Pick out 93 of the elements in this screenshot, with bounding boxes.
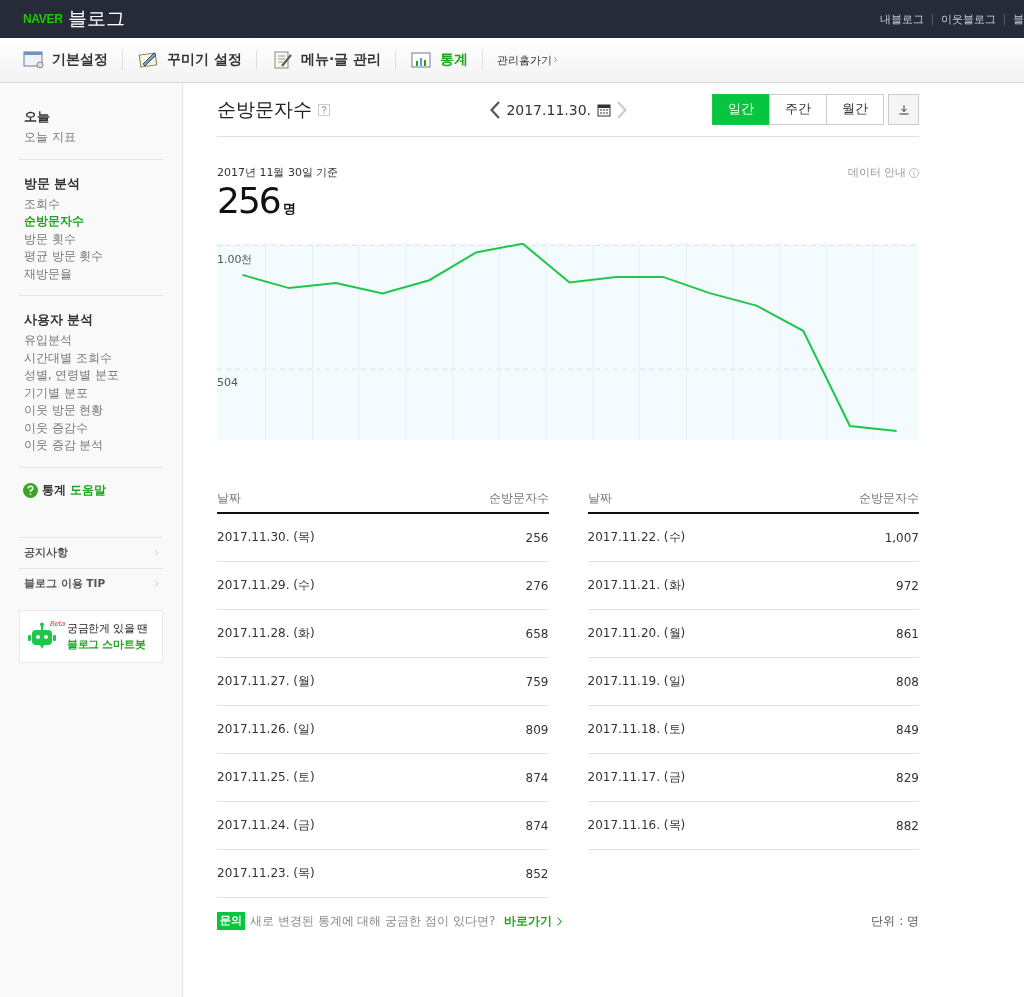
table-cell: 861 xyxy=(896,626,919,641)
brand-title[interactable]: 블로그 xyxy=(67,6,125,32)
top-link[interactable]: 내블로그 xyxy=(871,13,932,25)
sidebar-item[interactable]: 순방문자수 xyxy=(24,213,158,231)
table-cell: 2017.11.27. (월) xyxy=(217,673,315,690)
help-icon[interactable] xyxy=(318,103,330,116)
column-header: 순방문자수 xyxy=(859,491,919,506)
nav-tab[interactable]: 기본설정 xyxy=(22,50,123,70)
chevron-right-icon xyxy=(155,580,158,587)
sidebar-item[interactable]: 이웃 증감수 xyxy=(24,419,158,437)
caret-icon xyxy=(554,57,558,63)
column-header: 날짜 xyxy=(587,491,612,506)
unit-label: 명 xyxy=(282,200,296,218)
table-cell: 849 xyxy=(896,722,919,737)
nav-tab[interactable]: 메뉴·글 관리 xyxy=(270,50,397,70)
sidebar-link[interactable]: 공지사항 xyxy=(19,536,163,568)
go-link[interactable]: 바로가기 xyxy=(504,912,553,930)
table-cell: 2017.11.26. (일) xyxy=(217,721,315,738)
table-cell: 808 xyxy=(896,674,919,689)
manage-home-link[interactable]: 관리홈가기 xyxy=(497,52,558,68)
table-cell: 972 xyxy=(896,578,919,593)
sidebar-link[interactable]: 블로그 이용 TIP xyxy=(19,567,163,599)
table-cell: 256 xyxy=(525,530,549,545)
table-cell: 2017.11.25. (토) xyxy=(217,769,315,786)
page-title: 순방문자수 xyxy=(217,96,312,122)
table-cell: 882 xyxy=(896,818,919,833)
table-cell: 2017.11.22. (수) xyxy=(587,529,686,546)
data-info-link[interactable]: 데이터 안내 xyxy=(847,165,919,180)
brush-icon xyxy=(137,50,159,70)
sidebar-item[interactable]: 기기별 분포 xyxy=(24,384,158,402)
help-icon xyxy=(23,482,38,498)
sidebar-item[interactable]: 방문 횟수 xyxy=(24,230,158,248)
chevron-right-icon xyxy=(155,549,158,556)
table-cell: 2017.11.28. (화) xyxy=(217,625,315,642)
table-cell: 809 xyxy=(525,722,549,737)
logo[interactable]: NAVER xyxy=(23,12,63,26)
table-cell: 2017.11.20. (월) xyxy=(587,625,686,642)
total-count: 256 xyxy=(217,180,280,221)
section-title: 오늘 xyxy=(24,109,51,126)
section-title: 방문 분석 xyxy=(24,175,82,193)
date-label: 2017.11.30. xyxy=(506,101,591,118)
table-cell: 2017.11.18. (토) xyxy=(587,721,686,738)
download-icon xyxy=(898,104,909,115)
chart-icon xyxy=(410,50,433,70)
nav-tab[interactable]: 통계 xyxy=(410,50,484,70)
table-cell: 874 xyxy=(525,818,549,833)
sidebar-item[interactable]: 조회수 xyxy=(24,195,158,213)
sidebar-item[interactable]: 성별, 연령별 분포 xyxy=(24,367,158,385)
table-cell: 874 xyxy=(525,770,549,785)
top-link[interactable]: 블 xyxy=(1004,13,1024,25)
top-link[interactable]: 이웃블로그 xyxy=(932,13,1004,25)
axis-label: 504 xyxy=(217,376,238,390)
help-link[interactable]: 도움말 xyxy=(70,481,106,499)
table-cell: 2017.11.17. (금) xyxy=(587,769,686,786)
banner-text: 궁금한게 있을 땐 xyxy=(67,621,148,636)
table-cell: 829 xyxy=(896,770,919,785)
axis-label: 1.00천 xyxy=(217,252,253,268)
basis-date: 2017년 11월 30일 기준 xyxy=(217,165,339,180)
table-cell: 658 xyxy=(525,626,549,641)
info-icon xyxy=(909,167,919,178)
inquiry-text: 새로 변경된 통계에 대해 궁금한 점이 있다면? xyxy=(250,912,496,930)
table-cell: 852 xyxy=(525,866,549,881)
sidebar-item[interactable]: 이웃 방문 현황 xyxy=(24,402,158,420)
window-icon xyxy=(22,50,44,70)
help-label: 통계 xyxy=(42,481,66,499)
section-title: 사용자 분석 xyxy=(24,312,95,329)
table-cell: 1,007 xyxy=(884,530,919,545)
table-cell: 2017.11.19. (일) xyxy=(587,673,686,690)
nav-tab[interactable]: 꾸미기 설정 xyxy=(137,50,257,70)
table-cell: 2017.11.24. (금) xyxy=(217,817,315,834)
sidebar-item[interactable]: 시간대별 조회수 xyxy=(24,349,158,367)
sidebar-item[interactable]: 평균 방문 횟수 xyxy=(24,248,158,266)
table-cell: 2017.11.29. (수) xyxy=(217,577,315,594)
period-tab[interactable]: 주간 xyxy=(769,94,827,125)
sidebar-item[interactable]: 이웃 증감 분석 xyxy=(24,437,158,455)
period-tab[interactable]: 월간 xyxy=(826,94,884,125)
chevron-right-icon xyxy=(557,916,563,926)
calendar-icon[interactable] xyxy=(597,102,611,117)
sidebar-item[interactable]: 유입분석 xyxy=(24,332,158,350)
inquiry-badge: 문의 xyxy=(217,912,245,930)
table-cell: 2017.11.30. (목) xyxy=(217,529,315,546)
sidebar-item[interactable]: 재방문율 xyxy=(24,265,158,283)
table-cell: 2017.11.21. (화) xyxy=(587,577,686,594)
table-cell: 276 xyxy=(525,578,549,593)
column-header: 순방문자수 xyxy=(488,491,549,506)
download-button[interactable] xyxy=(888,94,919,125)
table-cell: 2017.11.16. (목) xyxy=(587,817,686,834)
banner-link: 블로그 스마트봇 xyxy=(67,637,147,652)
table-cell: 2017.11.23. (목) xyxy=(217,865,315,882)
sidebar-item[interactable]: 오늘 지표 xyxy=(24,129,158,147)
unit-note: 단위 : 명 xyxy=(871,912,919,930)
table-cell: 759 xyxy=(525,674,549,689)
column-header: 날짜 xyxy=(217,491,241,506)
